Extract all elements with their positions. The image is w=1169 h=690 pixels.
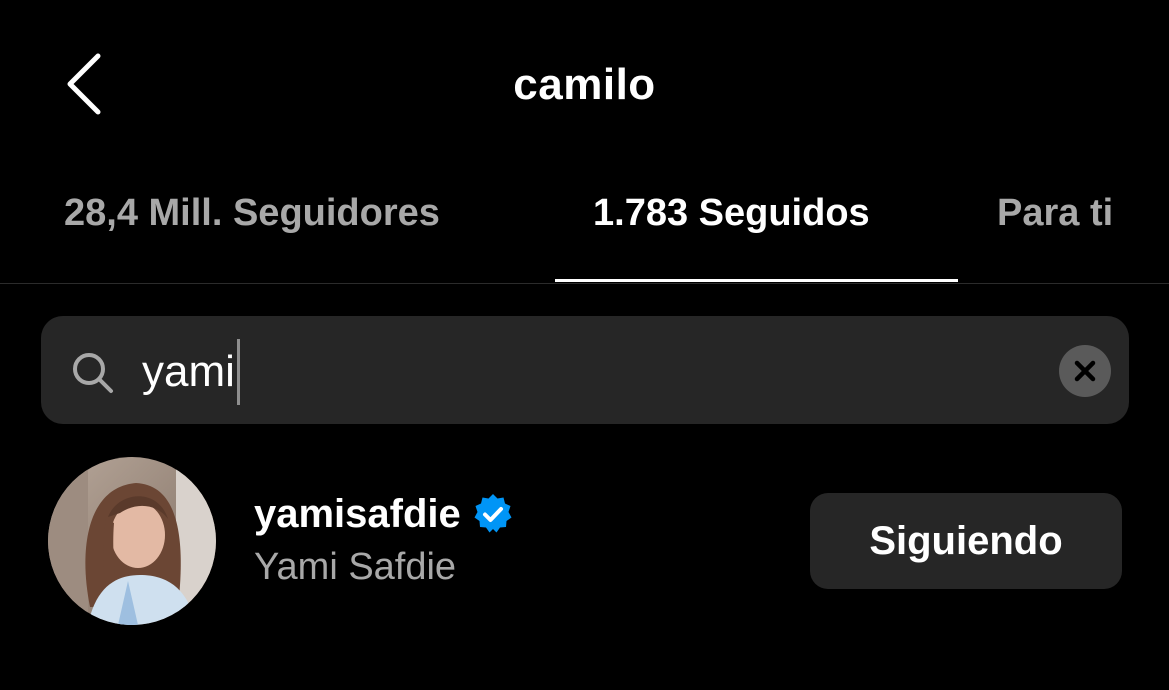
result-username-row[interactable]: yamisafdie	[254, 488, 515, 540]
header-bar: camilo	[0, 0, 1169, 170]
tab-bar: 28,4 Mill. Seguidores 1.783 Seguidos Par…	[0, 170, 1169, 284]
search-icon	[73, 353, 113, 393]
search-input-value: yami	[142, 347, 235, 396]
tab-following[interactable]: 1.783 Seguidos	[593, 192, 870, 235]
avatar[interactable]	[48, 457, 216, 625]
clear-search-button[interactable]	[1059, 345, 1111, 397]
tab-followers[interactable]: 28,4 Mill. Seguidores	[64, 192, 440, 235]
tab-for-you[interactable]: Para ti	[997, 192, 1113, 235]
username: yamisafdie	[254, 491, 461, 536]
page-title: camilo	[513, 60, 656, 109]
search-input[interactable]: yami	[142, 339, 1022, 405]
full-name: Yami Safdie	[254, 546, 457, 588]
clear-x-icon	[1074, 360, 1096, 382]
verified-badge-icon	[474, 494, 512, 533]
avatar-photo	[48, 457, 216, 625]
active-tab-indicator	[555, 279, 958, 282]
text-caret	[236, 339, 240, 405]
following-button[interactable]: Siguiendo	[810, 493, 1122, 589]
